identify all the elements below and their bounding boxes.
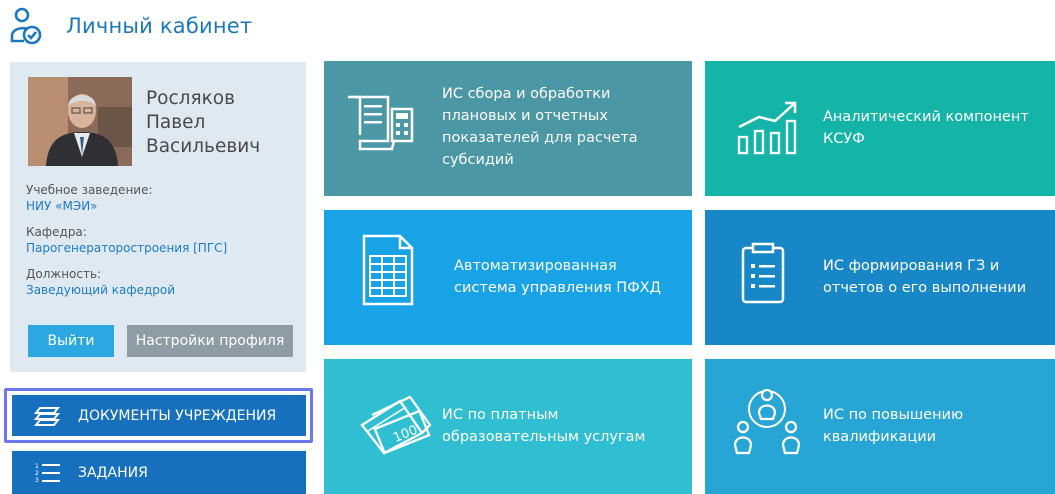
tile-pfhd-system[interactable]: Автоматизированная система управления ПФ… — [324, 210, 692, 345]
nav-item-tasks[interactable]: 1 2 3 ЗАДАНИЯ — [12, 451, 306, 494]
department-label: Кафедра: — [26, 225, 87, 239]
tile-label: Автоматизированная система управления ПФ… — [454, 258, 661, 296]
profile-patronymic: Васильевич — [146, 136, 261, 157]
avatar — [28, 77, 132, 166]
svg-text:1: 1 — [35, 463, 39, 470]
nav-item-label: ЗАДАНИЯ — [78, 464, 148, 481]
page-header: Личный кабинет — [8, 6, 252, 46]
svg-text:2: 2 — [35, 470, 39, 477]
institution-value[interactable]: НИУ «МЭИ» — [26, 198, 153, 214]
profile-name: Росляков Павел Васильевич — [146, 87, 296, 159]
position-field: Должность: Заведующий кафедрой — [26, 266, 175, 298]
page-title: Личный кабинет — [66, 14, 253, 38]
tile-qualification[interactable]: ИС по повышению квалификации — [705, 359, 1055, 494]
receipt-calculator-icon — [348, 95, 414, 151]
user-check-icon — [10, 7, 42, 45]
money-icon: 100 — [360, 395, 432, 455]
position-value[interactable]: Заведующий кафедрой — [26, 282, 175, 298]
department-value[interactable]: Парогенераторостроения [ПГС] — [26, 240, 227, 256]
institution-field: Учебное заведение: НИУ «МЭИ» — [26, 182, 153, 214]
tile-paid-education[interactable]: 100 ИС по платным образовательным услуга… — [324, 359, 692, 494]
tile-state-assignment[interactable]: ИС формирования ГЗ и отчетов о его выпол… — [705, 210, 1055, 345]
nav-item-label: ДОКУМЕНТЫ УЧРЕЖДЕНИЯ — [78, 407, 277, 424]
tile-label: Аналитический компонент КСУФ — [823, 109, 1029, 147]
tile-subsidy-indicators[interactable]: ИС сбора и обработки плановых и отчетных… — [324, 61, 692, 196]
tile-label: ИС формирования ГЗ и отчетов о его выпол… — [823, 258, 1027, 296]
position-label: Должность: — [26, 267, 102, 281]
tile-label: ИС по платным образовательным услугам — [442, 407, 646, 445]
growth-chart-icon — [737, 101, 797, 155]
tile-analytics-ksuf[interactable]: Аналитический компонент КСУФ — [705, 61, 1055, 196]
profile-settings-button[interactable]: Настройки профиля — [127, 325, 293, 357]
people-network-icon — [733, 388, 801, 455]
profile-card: Росляков Павел Васильевич Учебное заведе… — [10, 62, 306, 372]
institution-label: Учебное заведение: — [26, 183, 153, 197]
nav-item-institution-documents[interactable]: ДОКУМЕНТЫ УЧРЕЖДЕНИЯ — [12, 395, 306, 436]
logout-button[interactable]: Выйти — [28, 325, 114, 357]
tile-label: ИС сбора и обработки плановых и отчетных… — [442, 86, 638, 168]
profile-first-name: Павел — [146, 112, 206, 133]
department-field: Кафедра: Парогенераторостроения [ПГС] — [26, 224, 227, 256]
tile-label: ИС по повышению квалификации — [823, 407, 964, 445]
profile-last-name: Росляков — [146, 88, 235, 109]
spreadsheet-icon — [362, 234, 414, 306]
numbered-list-icon: 1 2 3 — [35, 463, 60, 484]
stack-icon — [34, 406, 61, 426]
svg-text:3: 3 — [35, 477, 39, 484]
clipboard-list-icon — [741, 242, 785, 304]
